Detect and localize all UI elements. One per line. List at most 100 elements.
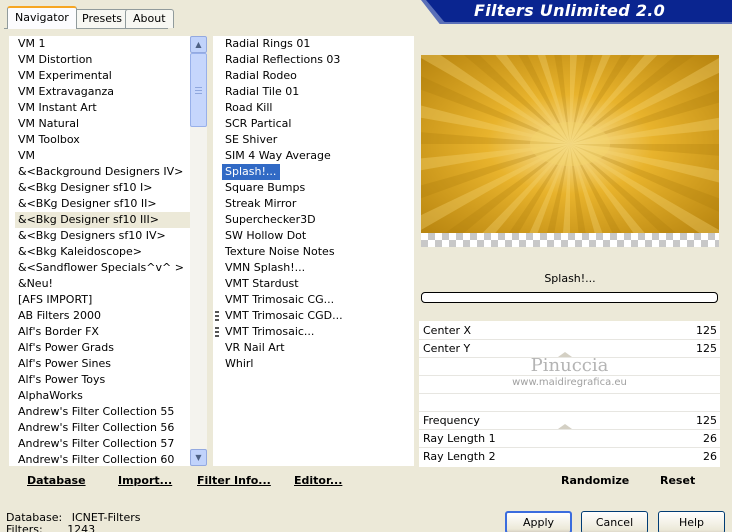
- marker-icon: [215, 327, 219, 337]
- category-item[interactable]: &Neu!: [15, 276, 190, 292]
- filter-item-label: VMT Trimosaic...: [225, 325, 315, 338]
- param-frequency[interactable]: Frequency 125: [419, 412, 720, 429]
- filter-item[interactable]: Road Kill: [222, 100, 414, 116]
- category-item[interactable]: Alf's Power Toys: [15, 372, 190, 388]
- filter-item[interactable]: VMT Stardust: [222, 276, 414, 292]
- filter-item-label: SIM 4 Way Average: [225, 149, 331, 162]
- filter-item[interactable]: Square Bumps: [222, 180, 414, 196]
- category-item[interactable]: &<Bkg Kaleidoscope>: [15, 244, 190, 260]
- filter-item[interactable]: Texture Noise Notes: [222, 244, 414, 260]
- tab-presets[interactable]: Presets: [74, 9, 131, 28]
- scroll-down-button[interactable]: ▼: [190, 449, 207, 466]
- filter-item-label: Superchecker3D: [225, 213, 316, 226]
- filter-item[interactable]: VMT Trimosaic CG...: [222, 292, 414, 308]
- param-ray-length-1[interactable]: Ray Length 1 26: [419, 430, 720, 447]
- filter-item-label: Texture Noise Notes: [225, 245, 335, 258]
- filter-item[interactable]: SW Hollow Dot: [222, 228, 414, 244]
- status-filters-label: Filters:: [6, 523, 43, 532]
- filter-item-label: VMT Trimosaic CG...: [225, 293, 335, 306]
- filter-item[interactable]: Radial Rodeo: [222, 68, 414, 84]
- category-item[interactable]: VM: [15, 148, 190, 164]
- cancel-button[interactable]: Cancel: [581, 511, 648, 532]
- filter-item[interactable]: VMN Splash!...: [222, 260, 414, 276]
- filter-item[interactable]: Radial Tile 01: [222, 84, 414, 100]
- category-item[interactable]: [AFS IMPORT]: [15, 292, 190, 308]
- reset-button[interactable]: Reset: [660, 474, 695, 487]
- filter-item[interactable]: SE Shiver: [222, 132, 414, 148]
- param-value: 125: [696, 414, 717, 427]
- category-item[interactable]: AB Filters 2000: [15, 308, 190, 324]
- filter-item-label: VR Nail Art: [225, 341, 285, 354]
- category-item[interactable]: Alf's Power Grads: [15, 340, 190, 356]
- status-filters-value: 1243: [67, 523, 96, 532]
- app-title: Filters Unlimited 2.0: [474, 1, 666, 20]
- category-item[interactable]: Alf's Border FX: [15, 324, 190, 340]
- category-item[interactable]: VM Instant Art: [15, 100, 190, 116]
- category-item[interactable]: Andrew's Filter Collection 56: [15, 420, 190, 436]
- filter-info-button-label: Filter Info...: [197, 474, 271, 487]
- param-value: 26: [703, 432, 717, 445]
- tab-about[interactable]: About: [125, 9, 174, 28]
- param-label: Ray Length 2: [423, 450, 496, 463]
- filter-list[interactable]: Radial Rings 01 Radial Reflections 03 Radi…: [213, 36, 414, 466]
- category-item[interactable]: Andrew's Filter Collection 60: [15, 452, 190, 468]
- param-label: Ray Length 1: [423, 432, 496, 445]
- parameter-panel: Center X 125 Center Y 125 Pinuccia www.m…: [419, 321, 720, 467]
- filter-item[interactable]: SCR Partical: [222, 116, 414, 132]
- filter-item[interactable]: Radial Reflections 03: [222, 52, 414, 68]
- database-button[interactable]: Database: [27, 474, 86, 487]
- filter-item[interactable]: Radial Rings 01: [222, 36, 414, 52]
- filter-item[interactable]: Streak Mirror: [222, 196, 414, 212]
- chevron-down-icon: ▼: [195, 453, 202, 462]
- category-item[interactable]: &<BKg Designer sf10 II>: [15, 196, 190, 212]
- category-item[interactable]: &<Background Designers IV>: [15, 164, 190, 180]
- filter-item[interactable]: VMT Trimosaic CGD...: [215, 308, 414, 324]
- category-item[interactable]: AlphaWorks: [15, 388, 190, 404]
- editor-button-label: Editor...: [294, 474, 343, 487]
- filter-item-label: Radial Tile 01: [225, 85, 300, 98]
- category-list[interactable]: VM 1 VM Distortion VM Experimental VM Extra…: [9, 36, 190, 466]
- import-button[interactable]: Import...: [118, 474, 172, 487]
- param-label: Frequency: [423, 414, 480, 427]
- preview-image: [421, 55, 719, 233]
- scroll-up-button[interactable]: ▲: [190, 36, 207, 53]
- category-item[interactable]: &<Bkg Designers sf10 IV>: [15, 228, 190, 244]
- filter-item-label: VMN Splash!...: [225, 261, 306, 274]
- import-button-label: Import...: [118, 474, 173, 487]
- category-item[interactable]: Andrew's Filter Collection 55: [15, 404, 190, 420]
- category-item[interactable]: &<Sandflower Specials^v^ >: [15, 260, 190, 276]
- watermark-name: Pinuccia: [530, 355, 609, 376]
- randomize-button[interactable]: Randomize: [561, 474, 629, 487]
- param-value: 26: [703, 450, 717, 463]
- filter-item-label: VMT Trimosaic CGD...: [225, 309, 343, 322]
- category-item[interactable]: VM Experimental: [15, 68, 190, 84]
- progress-bar: [421, 292, 718, 303]
- param-center-x[interactable]: Center X 125: [419, 322, 720, 339]
- category-item[interactable]: VM Distortion: [15, 52, 190, 68]
- category-item[interactable]: &<Bkg Designer sf10 I>: [15, 180, 190, 196]
- category-scrollbar[interactable]: ▲ ▼: [190, 36, 207, 466]
- chevron-up-icon: ▲: [195, 40, 202, 49]
- tab-navigator[interactable]: Navigator: [7, 6, 77, 29]
- category-item[interactable]: Andrew's Filter Collection 57: [15, 436, 190, 452]
- param-ray-length-2[interactable]: Ray Length 2 26: [419, 448, 720, 465]
- scroll-thumb[interactable]: [190, 53, 207, 127]
- filter-item[interactable]: SIM 4 Way Average: [222, 148, 414, 164]
- filter-info-button[interactable]: Filter Info...: [197, 474, 271, 487]
- help-button[interactable]: Help: [658, 511, 725, 532]
- editor-button[interactable]: Editor...: [294, 474, 342, 487]
- filter-item-label: SCR Partical: [225, 117, 292, 130]
- filter-item[interactable]: Superchecker3D: [222, 212, 414, 228]
- filter-item[interactable]: VR Nail Art: [222, 340, 414, 356]
- category-item[interactable]: VM 1: [15, 36, 190, 52]
- filter-item[interactable]: Whirl: [222, 356, 414, 372]
- category-item[interactable]: VM Natural: [15, 116, 190, 132]
- filter-item[interactable]: VMT Trimosaic...: [215, 324, 414, 340]
- category-item[interactable]: &<Bkg Designer sf10 III>: [15, 212, 190, 228]
- category-item[interactable]: Alf's Power Sines: [15, 356, 190, 372]
- filter-item[interactable]: Splash!...: [222, 164, 414, 180]
- category-item[interactable]: VM Extravaganza: [15, 84, 190, 100]
- filter-item-label: Square Bumps: [225, 181, 306, 194]
- category-item[interactable]: VM Toolbox: [15, 132, 190, 148]
- apply-button[interactable]: Apply: [505, 511, 572, 532]
